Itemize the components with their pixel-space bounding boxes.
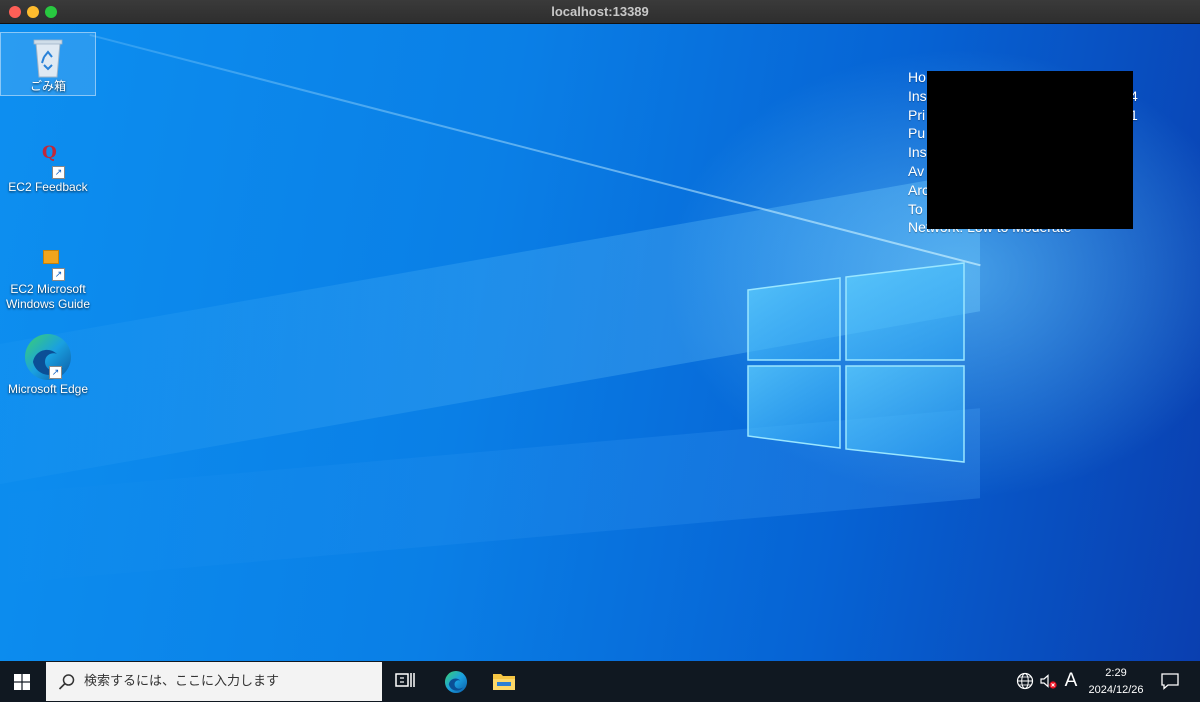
search-icon [58, 674, 75, 690]
clock-time: 2:29 [1105, 667, 1127, 679]
shortcut-arrow-icon: ↗ [49, 366, 62, 379]
clock-date: 2024/12/26 [1088, 684, 1144, 696]
task-view-button[interactable] [384, 661, 428, 702]
start-button[interactable] [0, 661, 44, 702]
taskbar-clock[interactable]: 2:29 2024/12/26 [1082, 665, 1150, 699]
shortcut-arrow-icon: ↗ [52, 166, 65, 179]
redaction-box [927, 71, 1133, 229]
desktop-icon-label: Windows Guide [5, 297, 91, 311]
taskbar-file-explorer-button[interactable] [482, 661, 526, 702]
desktop-icon-ec2-windows-guide[interactable]: ↗ EC2 Microsoft Windows Guide [0, 246, 96, 314]
window-title-bar[interactable]: localhost:13389 [0, 0, 1200, 24]
wallpaper-light-ray [89, 34, 981, 267]
taskbar-search-box[interactable] [46, 662, 382, 701]
search-input[interactable] [84, 670, 374, 692]
desktop-icon-recycle-bin[interactable]: ごみ箱 [0, 32, 96, 96]
network-globe-icon[interactable] [1015, 671, 1035, 691]
desktop[interactable]: ごみ箱 Q ↗ EC2 Feedback ↗ EC2 Microsoft Win… [0, 24, 1200, 661]
shortcut-arrow-icon: ↗ [52, 268, 65, 281]
task-view-icon [395, 673, 415, 687]
windows-start-icon [14, 674, 30, 690]
desktop-icon-label: EC2 Feedback [8, 180, 88, 194]
ec2-feedback-icon: Q ↗ [28, 144, 68, 180]
desktop-icon-label: EC2 Microsoft [10, 282, 86, 296]
taskbar: A 2:29 2024/12/26 [0, 661, 1200, 702]
edge-icon [444, 670, 468, 694]
volume-muted-icon[interactable] [1038, 671, 1058, 691]
window-title: localhost:13389 [551, 4, 649, 19]
windows-logo-wallpaper [747, 262, 965, 463]
desktop-icon-microsoft-edge[interactable]: ↗ Microsoft Edge [0, 332, 96, 402]
recycle-bin-icon [33, 39, 63, 78]
desktop-icon-label: Microsoft Edge [7, 382, 89, 396]
ec2-guide-icon: ↗ [28, 246, 68, 282]
edge-icon: ↗ [23, 332, 73, 382]
ime-indicator[interactable]: A [1062, 670, 1080, 692]
desktop-icon-label: ごみ箱 [29, 79, 66, 93]
taskbar-edge-button[interactable] [434, 661, 478, 702]
notification-center-icon[interactable] [1160, 671, 1180, 691]
desktop-icon-ec2-feedback[interactable]: Q ↗ EC2 Feedback [0, 144, 96, 200]
folder-icon [493, 674, 515, 690]
